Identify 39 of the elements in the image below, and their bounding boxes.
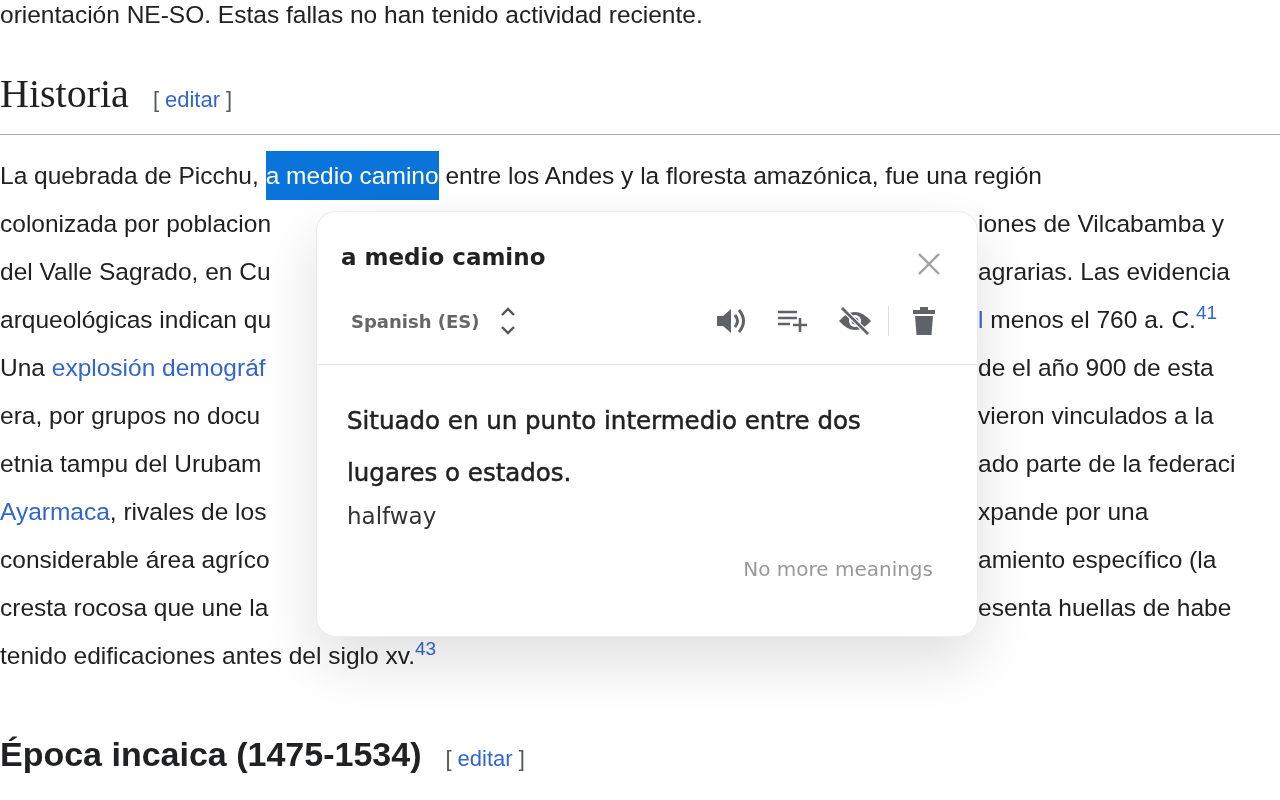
up-down-chevron-icon	[499, 306, 516, 336]
bracket-text: ]	[518, 746, 525, 772]
bracket-text: ]	[226, 87, 233, 113]
paragraph-text: Ayarmaca, rivales de los	[0, 498, 268, 526]
edit-link[interactable]: editar	[457, 746, 513, 772]
paragraph-text: Una explosión demográf	[0, 354, 267, 382]
paragraph-text: La quebrada de Picchu, a medio camino entre los Andes y la floresta amazónica, fue una región	[0, 151, 1042, 200]
article-link[interactable]: Ayarmaca	[0, 498, 110, 525]
paragraph-text: del Valle Sagrado, en Cu	[0, 258, 272, 286]
paragraph-text: colonizada por poblacion	[0, 210, 273, 238]
paragraph-text: vieron vinculados a la	[978, 402, 1215, 430]
no-more-meanings-text: No more meanings	[743, 557, 933, 581]
article-link[interactable]: explosión demográf	[51, 354, 266, 381]
bracket-text: [	[152, 87, 159, 113]
popup-term: a medio camino	[341, 244, 546, 270]
section-heading: Época incaica (1475-1534)	[0, 735, 422, 774]
paragraph-text: amiento específico (la	[978, 546, 1218, 574]
section-heading: Historia	[0, 70, 129, 117]
paragraph-text: esenta huellas de habe	[978, 594, 1233, 622]
paragraph-text: agrarias. Las evidencia	[978, 258, 1231, 286]
close-icon[interactable]	[917, 252, 941, 276]
article-link[interactable]: l	[978, 306, 984, 333]
paragraph-text: de el año 900 de esta	[978, 354, 1215, 382]
paragraph-text: arqueológicas indican qu	[0, 306, 273, 334]
eye-off-icon[interactable]	[838, 304, 872, 338]
paragraph-text: etnia tampu del Urubam	[0, 450, 263, 478]
paragraph-text: iones de Vilcabamba y	[978, 210, 1226, 238]
paragraph-text: xpande por una	[978, 498, 1150, 526]
translation-text: halfway	[347, 503, 438, 529]
paragraph-text: considerable área agríco	[0, 546, 271, 574]
paragraph-text: era, por grupos no docu	[0, 402, 262, 430]
paragraph-text: ado parte de la federaci	[978, 450, 1237, 478]
language-selector[interactable]: Spanish (ES)	[351, 306, 516, 336]
selected-text: a medio camino	[265, 151, 439, 200]
paragraph-text: orientación NE-SO. Estas fallas no han tenido actividad reciente.	[0, 0, 704, 30]
edit-link[interactable]: editar	[165, 87, 221, 113]
bracket-text: [	[445, 746, 452, 772]
definition-text: Situado en un punto intermedio entre dos lugares o estados.	[347, 405, 862, 489]
paragraph-text: cresta rocosa que une la	[0, 594, 270, 622]
